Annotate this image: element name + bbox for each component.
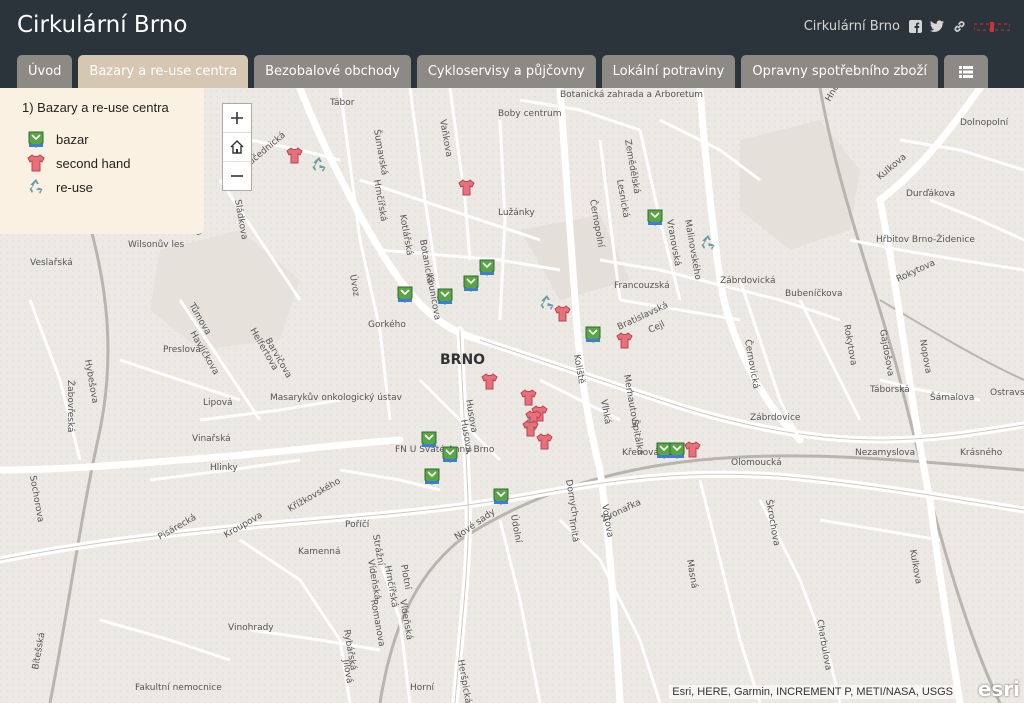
street-label: Táborská: [869, 385, 910, 395]
tab-bar: Úvod Bazary a re-use centra Bezobalové o…: [17, 55, 988, 88]
street-label: Olomoucká: [731, 458, 782, 468]
bazar-marker[interactable]: [437, 288, 453, 305]
street-label: Zábrdovice: [750, 413, 801, 423]
tshirt-icon: [26, 153, 52, 173]
street-label: Dolnopolní: [960, 118, 1009, 128]
facebook-icon[interactable]: [908, 20, 922, 34]
street-label: Boby centrum: [498, 109, 561, 119]
legend-item-second-hand: second hand: [22, 151, 204, 175]
legend-panel: 1) Bazary a re-use centra bazar second h…: [0, 88, 204, 234]
tab-bazary[interactable]: Bazary a re-use centra: [78, 55, 249, 88]
recycle-icon: [26, 177, 52, 197]
bazar-icon: [26, 129, 52, 149]
zoom-in-button[interactable]: [223, 104, 251, 133]
street-label: Lužánky: [498, 208, 535, 218]
legend-title: 1) Bazary a re-use centra: [22, 100, 169, 115]
bazar-marker[interactable]: [647, 209, 663, 226]
bazar-marker[interactable]: [424, 468, 440, 485]
bazar-marker[interactable]: [421, 431, 437, 448]
app-header: Cirkulární Brno Cirkulární Brno Úvod Baz…: [0, 0, 1024, 88]
city-label: BRNO: [440, 352, 485, 368]
tab-uvod[interactable]: Úvod: [17, 55, 73, 88]
street-label: Hlinky: [210, 463, 238, 473]
list-menu-icon: [958, 65, 973, 78]
home-icon: [230, 140, 244, 154]
menu-button[interactable]: [943, 55, 988, 88]
app-title: Cirkulární Brno: [17, 12, 188, 38]
legend-label-reuse: re-use: [56, 179, 93, 195]
zoom-out-button[interactable]: [223, 162, 251, 190]
minus-icon: [231, 175, 243, 177]
street-label: Krásného: [960, 447, 1003, 458]
street-label: Vinařská: [192, 434, 231, 444]
street-label: Lipová: [203, 398, 233, 408]
street-label: Botanická zahrada a Arboretum: [560, 90, 703, 100]
link-icon[interactable]: [952, 20, 966, 34]
tab-bezobalove[interactable]: Bezobalové obchody: [254, 55, 411, 88]
bazar-marker[interactable]: [656, 442, 672, 459]
street-label: Horní: [410, 683, 435, 693]
street-label: Vinohrady: [228, 623, 274, 633]
street-label: Šámalova: [930, 391, 974, 403]
street-label: Nezamyslova: [855, 448, 915, 458]
zoom-control: [222, 103, 252, 191]
street-label: Ostravská: [990, 388, 1024, 398]
bazar-marker[interactable]: [585, 326, 601, 343]
bazar-marker[interactable]: [669, 442, 685, 459]
street-label: Tábor: [329, 98, 355, 108]
tab-cykloservisy[interactable]: Cykloservisy a půjčovny: [416, 55, 596, 88]
street-label: Žabovřeská: [65, 380, 77, 433]
street-label: Křenová: [622, 448, 659, 458]
street-label: Masarykův onkologický ústav: [270, 392, 403, 403]
street-label: Poříčí: [345, 519, 370, 530]
legend-label-second-hand: second hand: [56, 155, 131, 171]
map-attribution[interactable]: Esri, HERE, Garmin, INCREMENT P, METI/NA…: [669, 685, 956, 699]
esri-logo[interactable]: esri: [978, 677, 1020, 701]
bazar-marker[interactable]: [397, 286, 413, 303]
legend-item-reuse: re-use: [22, 175, 204, 199]
bazar-marker[interactable]: [493, 488, 509, 505]
header-right: Cirkulární Brno: [804, 19, 1010, 34]
tab-lokalni-potraviny[interactable]: Lokální potraviny: [601, 55, 736, 88]
legend-item-bazar: bazar: [22, 127, 204, 151]
twitter-icon[interactable]: [930, 20, 944, 34]
street-label: Bubeníčkova: [785, 288, 843, 299]
tab-opravny[interactable]: Opravny spotřebního zboží: [741, 55, 938, 88]
street-label: Gorkého: [368, 319, 406, 330]
flag-icon[interactable]: [974, 20, 1010, 34]
street-label: Zábrdovická: [720, 276, 776, 286]
street-label: Veslařská: [30, 258, 73, 268]
site-name[interactable]: Cirkulární Brno: [804, 19, 900, 34]
legend-label-bazar: bazar: [56, 131, 89, 147]
plus-icon: [231, 112, 243, 124]
home-button[interactable]: [223, 133, 251, 162]
bazar-marker[interactable]: [463, 275, 479, 292]
street-label: Hřbitov Brno-Židenice: [876, 233, 975, 245]
street-label: Fakultní nemocnice: [135, 683, 222, 693]
street-label: Kamenná: [298, 547, 341, 557]
street-label: Francouzská: [614, 281, 670, 291]
bazar-marker[interactable]: [442, 446, 458, 463]
bazar-marker[interactable]: [479, 259, 495, 276]
street-label: Durďákova: [906, 189, 955, 199]
street-label: Wilsonův les: [128, 239, 185, 250]
